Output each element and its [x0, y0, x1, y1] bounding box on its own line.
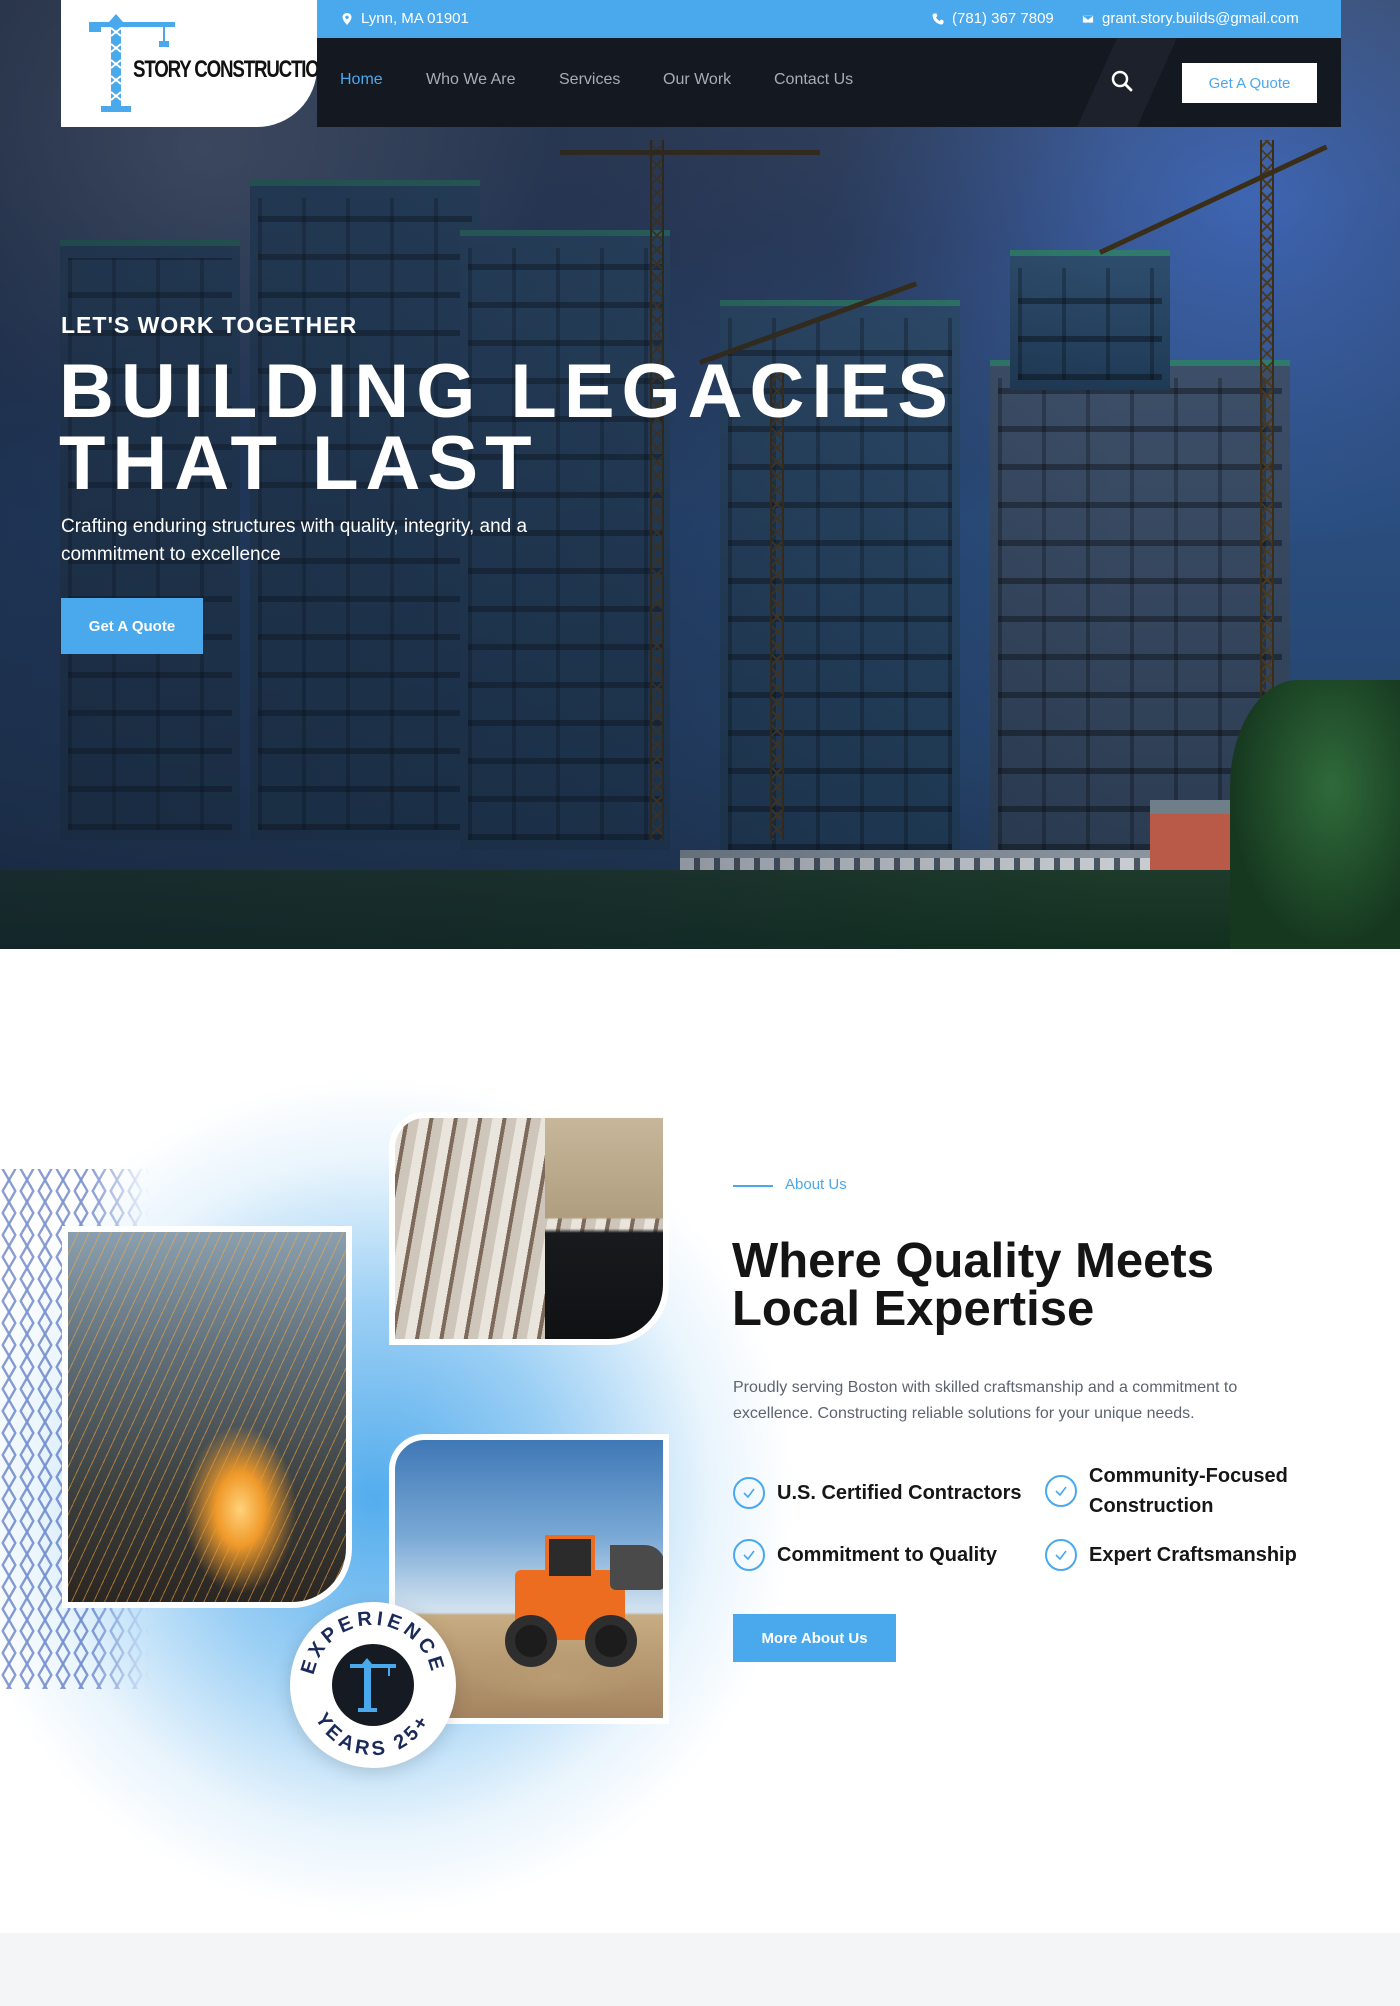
about-kicker-line [733, 1185, 773, 1187]
hero-kicker: LET'S WORK TOGETHER [61, 312, 358, 338]
next-section-band [0, 1933, 1400, 2006]
hero-title: BUILDING LEGACIES THAT LAST [59, 349, 955, 506]
more-about-us-button[interactable]: More About Us [733, 1614, 896, 1662]
phone-icon [932, 13, 944, 24]
search-button[interactable] [1107, 66, 1137, 96]
email-text: grant.story.builds@gmail.com [1102, 10, 1299, 27]
phone-text: (781) 367 7809 [952, 10, 1054, 27]
envelope-icon [1082, 14, 1094, 23]
welding-sparks-image [62, 1226, 352, 1608]
worker-carrying-lumber-image [389, 1112, 669, 1345]
hero-title-line: BUILDING LEGACIES [59, 349, 955, 434]
logo[interactable]: STORY CONSTRUCTION [61, 0, 332, 127]
experience-badge: EXPERIENCE YEARS 25+ [290, 1602, 456, 1768]
email-info[interactable]: grant.story.builds@gmail.com [1082, 10, 1299, 27]
search-icon [1111, 70, 1133, 92]
logo-text: STORY CONSTRUCTION [133, 56, 332, 83]
phone-info[interactable]: (781) 367 7809 [932, 10, 1054, 27]
location-info: Lynn, MA 01901 [341, 10, 469, 27]
crane-icon [350, 1658, 396, 1712]
about-kicker: About Us [785, 1176, 847, 1193]
about-description: Proudly serving Boston with skilled craf… [733, 1379, 1238, 1422]
feature-label: U.S. Certified Contractors [777, 1482, 1022, 1504]
feature-label: Community-Focused Construction [1089, 1465, 1288, 1517]
feature-label: Expert Craftsmanship [1089, 1544, 1297, 1566]
hero-title-line: THAT LAST [59, 421, 539, 506]
loader-wheel [585, 1615, 637, 1667]
nav-services[interactable]: Services [559, 71, 620, 89]
loader-cab [545, 1535, 595, 1580]
hero-section: LET'S WORK TOGETHER BUILDING LEGACIES TH… [0, 0, 1400, 949]
badge-center [332, 1644, 414, 1726]
nav-our-work[interactable]: Our Work [663, 71, 731, 89]
check-circle-icon [733, 1477, 765, 1509]
about-title: Where Quality Meets Local Expertise [732, 1234, 1214, 1336]
location-text: Lynn, MA 01901 [361, 10, 469, 27]
hero-get-quote-button[interactable]: Get A Quote [61, 598, 203, 654]
feature-item: Expert Craftsmanship [1045, 1539, 1297, 1571]
nav-who-we-are[interactable]: Who We Are [426, 71, 516, 89]
map-pin-icon [342, 12, 352, 25]
check-circle-icon [1045, 1539, 1077, 1571]
nav-contact-us[interactable]: Contact Us [774, 71, 853, 89]
feature-item: Community-Focused Construction [1045, 1461, 1295, 1521]
feature-label: Commitment to Quality [777, 1544, 998, 1566]
main-navbar: Home Who We Are Services Our Work Contac… [317, 38, 1341, 127]
nav-home[interactable]: Home [340, 71, 383, 89]
hero-subtitle: Crafting enduring structures with qualit… [61, 516, 528, 565]
loader-wheel [505, 1615, 557, 1667]
check-circle-icon [733, 1539, 765, 1571]
loader-bucket [610, 1545, 663, 1590]
header-get-quote-button[interactable]: Get A Quote [1182, 63, 1317, 103]
top-contact-bar: Lynn, MA 01901 (781) 367 7809 grant.stor… [317, 0, 1341, 38]
feature-item: U.S. Certified Contractors [733, 1477, 1021, 1509]
check-circle-icon [1045, 1475, 1077, 1507]
feature-item: Commitment to Quality [733, 1539, 997, 1571]
about-section: EXPERIENCE YEARS 25+ About Us Where Qual… [0, 949, 1400, 1934]
